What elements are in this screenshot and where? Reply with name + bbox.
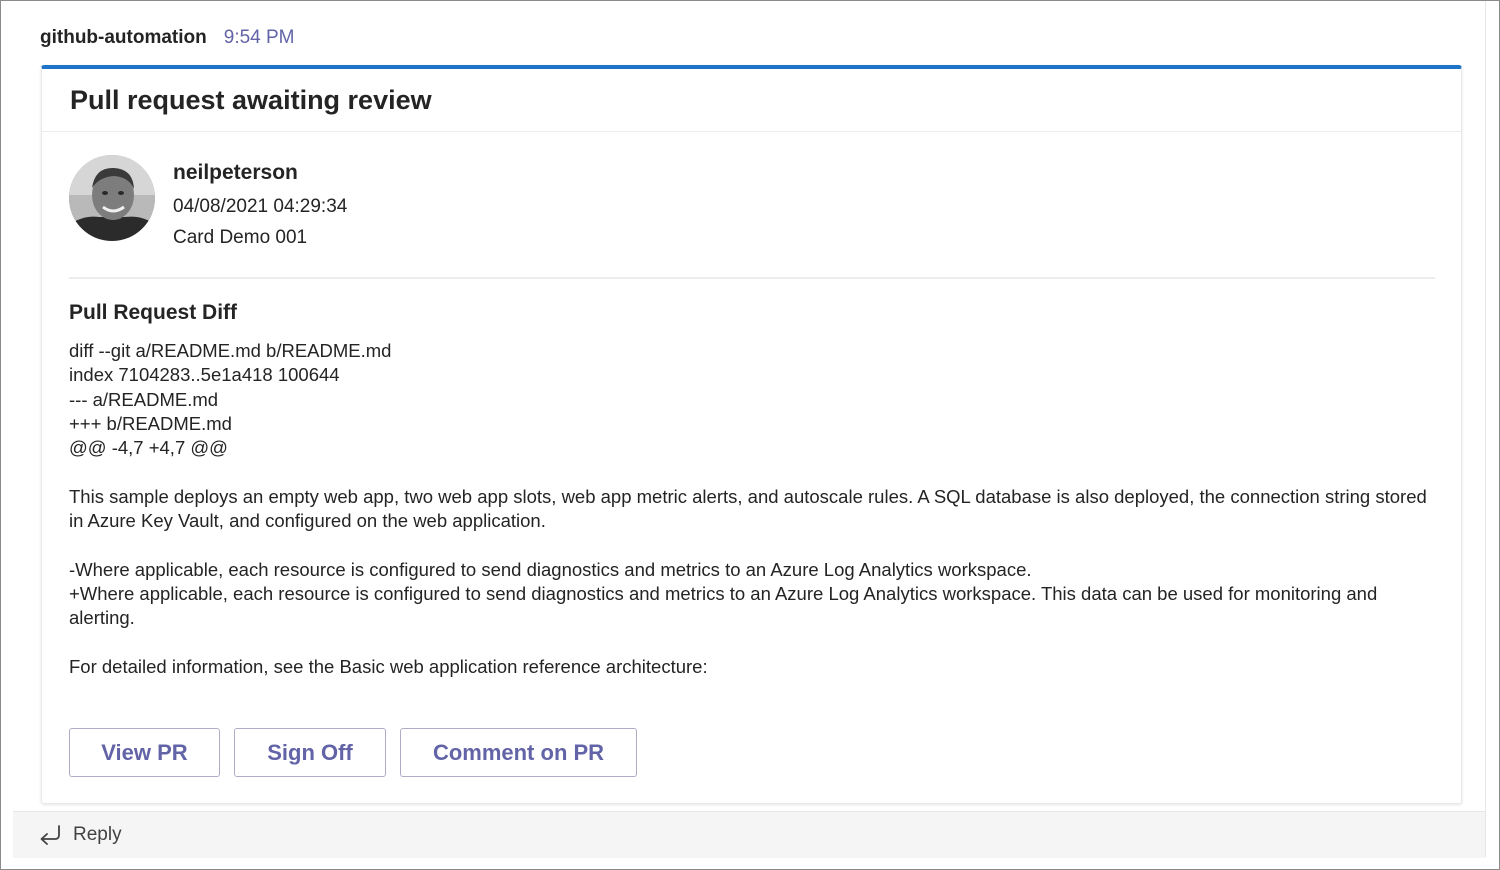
sender-name: github-automation	[40, 27, 207, 48]
diff-added-line: +Where applicable, each resource is conf…	[69, 582, 1378, 629]
chat-message: github-automation 9:54 PM Pull request a…	[13, 1, 1486, 858]
window-frame: github-automation 9:54 PM Pull request a…	[0, 0, 1500, 870]
comment-on-pr-button[interactable]: Comment on PR	[400, 728, 637, 777]
diff-header-line: diff --git a/README.md b/README.md	[69, 340, 392, 361]
diff-header-line: --- a/README.md	[69, 388, 219, 410]
diff-removed-line: -Where applicable, each resource is conf…	[69, 558, 1032, 580]
author-info: neilpeterson 04/08/2021 04:29:34 Card De…	[173, 159, 347, 252]
card-header: Pull request awaiting review	[42, 69, 1461, 132]
card-actions: View PR Sign Off Comment on PR	[69, 728, 651, 777]
author-subtitle: Card Demo 001	[173, 227, 308, 248]
diff-header-line: index 7104283..5e1a418 100644	[69, 364, 340, 386]
card-divider	[69, 277, 1435, 279]
diff-paragraph: For detailed information, see the Basic …	[69, 655, 708, 677]
message-header: github-automation 9:54 PM	[40, 27, 295, 53]
view-pr-button[interactable]: View PR	[69, 728, 220, 777]
card-title: Pull request awaiting review	[70, 85, 432, 115]
user-avatar-photo-icon	[69, 155, 155, 241]
message-timestamp: 9:54 PM	[223, 27, 295, 48]
author-name: neilpeterson	[173, 161, 298, 184]
diff-header-line: @@ -4,7 +4,7 @@	[69, 437, 228, 459]
diff-paragraph: This sample deploys an empty web app, tw…	[69, 485, 1427, 532]
reply-label: Reply	[73, 824, 122, 845]
diff-header-line: +++ b/README.md	[69, 412, 232, 434]
reply-arrow-icon	[37, 823, 63, 847]
author-date: 04/08/2021 04:29:34	[173, 196, 348, 217]
reply-button[interactable]: Reply	[13, 811, 1485, 858]
adaptive-card: Pull request awaiting review neilpeterso…	[41, 65, 1462, 804]
diff-heading: Pull Request Diff	[69, 301, 238, 324]
user-avatar	[69, 155, 155, 241]
sign-off-button[interactable]: Sign Off	[234, 728, 386, 777]
diff-body: diff --git a/README.md b/README.md index…	[69, 339, 1439, 679]
